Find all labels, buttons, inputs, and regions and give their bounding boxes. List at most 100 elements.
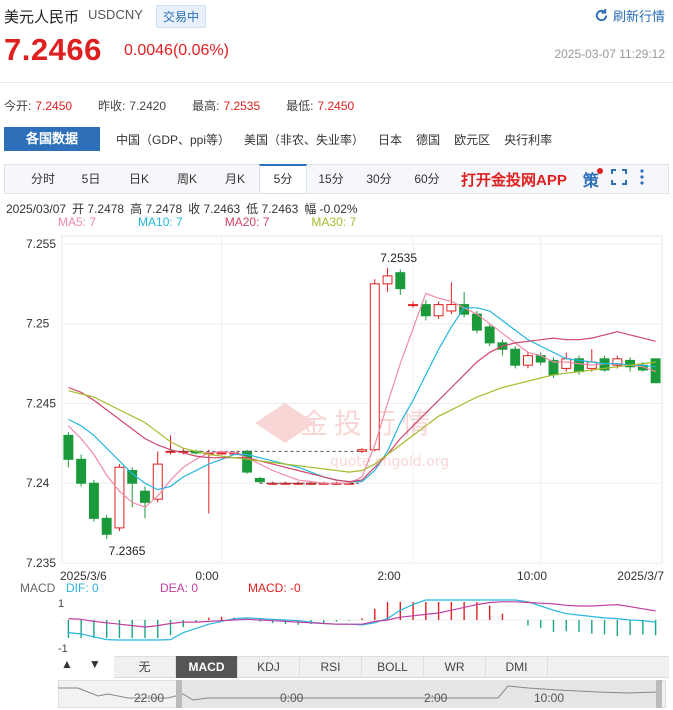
- tab-period-60min[interactable]: 60分: [403, 165, 451, 193]
- macd-chart[interactable]: MACD DIF: 0 DEA: 0 MACD: -0 1 -1: [0, 578, 673, 656]
- plot-border: [61, 235, 663, 564]
- tab-period-15min[interactable]: 15分: [307, 165, 355, 193]
- candle-body: [254, 477, 265, 483]
- tab-period-daily[interactable]: 日K: [115, 165, 163, 193]
- candle-body: [395, 272, 406, 290]
- price-change: 0.0046(0.06%): [124, 42, 229, 59]
- candle-body: [101, 517, 112, 535]
- y-tick-label: 7.25: [26, 317, 50, 331]
- macd-label: MACD: [20, 581, 56, 595]
- candle-body: [88, 482, 99, 519]
- candle-body: [510, 348, 521, 366]
- quote-stats: 今开: 7.2450 昨收: 7.2420 最高: 7.2535 最低: 7.2450: [4, 97, 358, 114]
- tab-indicator-macd[interactable]: MACD: [176, 656, 238, 678]
- navigator-label-2: 0:00: [280, 691, 304, 705]
- macd-value: MACD: -0: [248, 581, 301, 595]
- ma5-legend: MA5: 7: [58, 215, 97, 229]
- candle-body: [446, 304, 457, 312]
- navigator-left-handle[interactable]: [176, 680, 182, 708]
- strategy-icon: 策: [582, 173, 599, 190]
- zoom-down-button[interactable]: ▼: [86, 657, 104, 671]
- high-price-annotation: 7.2535: [380, 251, 417, 265]
- candle-body: [114, 466, 125, 529]
- trading-status-badge: 交易中: [156, 5, 207, 28]
- quote-timestamp: 2025-03-07 11:29:12: [554, 47, 665, 61]
- tab-period-weekly[interactable]: 周K: [163, 165, 211, 193]
- prev-close-label: 昨收:: [98, 99, 126, 113]
- tab-period-time-share[interactable]: 分时: [19, 165, 67, 193]
- high-value: 7.2535: [223, 98, 261, 113]
- tab-indicator-none[interactable]: 无: [114, 656, 176, 678]
- open-label: 今开:: [4, 99, 32, 113]
- indicator-tabs: 无 MACD KDJ RSI BOLL WR DMI: [114, 656, 669, 678]
- current-price: 7.2466: [4, 32, 102, 67]
- tab-indicator-rsi[interactable]: RSI: [300, 656, 362, 678]
- prev-close-value: 7.2420: [129, 98, 167, 113]
- zoom-up-button[interactable]: ▲: [58, 657, 76, 671]
- candle-body: [433, 304, 444, 317]
- macd-dea: DEA: 0: [160, 581, 198, 595]
- candle-body: [152, 463, 163, 500]
- tab-indicator-kdj[interactable]: KDJ: [238, 656, 300, 678]
- open-app-link[interactable]: 打开金投网APP: [461, 169, 567, 190]
- candle-body: [484, 326, 495, 344]
- macd-y-bottom: -1: [58, 643, 68, 655]
- low-value: 7.2450: [317, 98, 355, 113]
- fullscreen-icon: [610, 168, 627, 185]
- watermark-url: quote.cngold.org: [330, 454, 449, 470]
- navigator-right-handle[interactable]: [656, 680, 662, 708]
- time-navigator[interactable]: 22:00 0:00 2:00 10:00: [58, 680, 666, 708]
- navigator-selected-range: [180, 680, 658, 708]
- period-tabs: 分时 5日 日K 周K 月K 5分 15分 30分 60分 打开金投网APP 策: [4, 164, 669, 194]
- fullscreen-button[interactable]: [610, 168, 627, 190]
- tab-indicator-boll[interactable]: BOLL: [362, 656, 424, 678]
- y-axis: 7.255 7.25 7.245 7.24 7.235: [26, 237, 56, 570]
- tab-indicator-wr[interactable]: WR: [424, 656, 486, 678]
- refresh-label: 刷新行情: [612, 9, 665, 24]
- macd-dif: DIF: 0: [66, 581, 99, 595]
- tab-central-bank-rates[interactable]: 央行利率: [504, 131, 552, 148]
- tab-period-5day[interactable]: 5日: [67, 165, 115, 193]
- low-label: 最低:: [286, 99, 314, 113]
- candle-body: [140, 490, 150, 503]
- candle-body: [420, 304, 431, 317]
- tab-period-monthly[interactable]: 月K: [211, 165, 259, 193]
- strategy-button[interactable]: 策: [582, 167, 603, 191]
- open-value: 7.2450: [35, 98, 73, 113]
- candle-date: 2025/03/07: [6, 201, 67, 216]
- more-vertical-icon: [640, 168, 644, 185]
- navigator-label-4: 10:00: [534, 691, 564, 705]
- candlestick-chart[interactable]: 金投行情 quote.cngold.org 7.255 7.25 7.245 7.24…: [0, 228, 673, 583]
- candle-body: [127, 469, 138, 484]
- candle-body: [408, 304, 419, 307]
- high-label: 最高:: [192, 99, 220, 113]
- tab-country-data[interactable]: 各国数据: [4, 127, 100, 151]
- candle-body: [382, 275, 393, 285]
- watermark: 金投行情 quote.cngold.org: [255, 403, 449, 470]
- tab-germany[interactable]: 德国: [416, 131, 440, 148]
- zoom-arrows: ▲ ▼: [58, 657, 104, 671]
- notification-dot: [596, 168, 603, 174]
- tab-period-5min[interactable]: 5分: [259, 164, 307, 193]
- tab-china[interactable]: 中国（GDP、ppi等）: [116, 131, 230, 148]
- tab-indicator-dmi[interactable]: DMI: [486, 656, 548, 678]
- y-tick-label: 7.255: [26, 237, 56, 251]
- candle-body: [522, 355, 533, 366]
- low-price-annotation: 7.2365: [109, 544, 146, 558]
- tab-period-30min[interactable]: 30分: [355, 165, 403, 193]
- macd-histogram: [62, 602, 662, 638]
- tab-usa[interactable]: 美国（非农、失业率）: [244, 131, 364, 148]
- tab-japan[interactable]: 日本: [378, 131, 402, 148]
- y-tick-label: 7.24: [26, 476, 50, 490]
- ma20-legend: MA20: 7: [224, 215, 270, 229]
- more-menu-button[interactable]: [639, 168, 645, 190]
- tab-eurozone[interactable]: 欧元区: [454, 131, 490, 148]
- chart-grid: [61, 235, 663, 564]
- macd-y-top: 1: [58, 598, 64, 610]
- refresh-button[interactable]: 刷新行情: [594, 6, 665, 25]
- instrument-name: 美元人民币: [4, 9, 80, 26]
- candle-body: [561, 358, 572, 369]
- navigator-label-3: 2:00: [424, 691, 448, 705]
- navigator-label-1: 22:00: [134, 691, 164, 705]
- y-tick-label: 7.235: [26, 556, 56, 570]
